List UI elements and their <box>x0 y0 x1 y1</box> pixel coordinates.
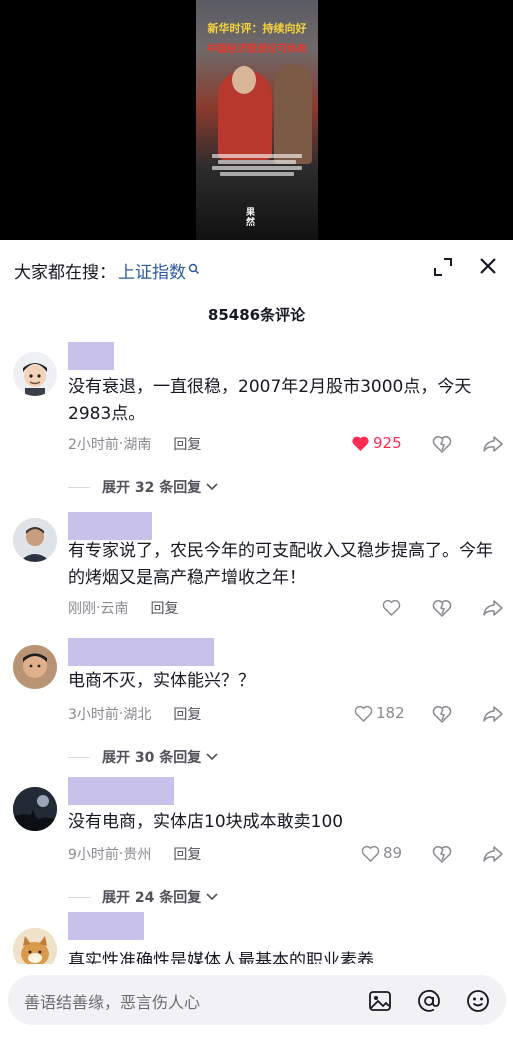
expand-replies-label: 展开 24 条回复 <box>102 890 202 906</box>
expand-replies-label: 展开 30 条回复 <box>102 750 202 766</box>
comment-time: 9小时前 <box>68 847 119 863</box>
comment-input[interactable]: 善语结善缘，恶言伤人心 <box>8 975 506 1025</box>
video-figure-2 <box>274 64 312 164</box>
trending-search-term[interactable]: 上证指数 <box>118 258 186 283</box>
username-redacted[interactable] <box>68 912 144 940</box>
comment-location: 云南 <box>100 601 129 617</box>
avatar[interactable] <box>13 518 57 562</box>
share-icon[interactable] <box>482 435 504 455</box>
expand-replies-button[interactable]: 展开 30 条回复 <box>68 747 219 767</box>
heart-icon <box>382 599 401 616</box>
username-redacted[interactable] <box>68 512 152 540</box>
comment-time: 3小时前 <box>68 707 119 723</box>
mention-icon[interactable] <box>416 988 442 1014</box>
expand-replies-button[interactable]: 展开 24 条回复 <box>68 887 219 907</box>
emoji-icon[interactable] <box>465 988 491 1014</box>
like-count: 182 <box>376 704 405 722</box>
share-icon[interactable] <box>482 599 504 619</box>
comment-item: 真实性准确性是媒体人最基本的职业素养 <box>0 912 513 964</box>
reply-button[interactable]: 回复 <box>173 434 201 454</box>
reply-button[interactable]: 回复 <box>173 704 201 724</box>
username-redacted[interactable] <box>68 777 174 805</box>
comment-meta: 3小时前 · 湖北 回复 <box>68 704 202 724</box>
video-title-line2: 中国经济衰退论可休矣 <box>207 44 307 55</box>
comment-panel: 大家都在搜： 上证指数 85486条评论 没有衰退，一直很稳，2007年2月股市… <box>0 240 513 1039</box>
expand-replies-label: 展开 32 条回复 <box>102 480 202 496</box>
trending-search[interactable]: 大家都在搜： 上证指数 <box>14 258 200 283</box>
video-caption <box>206 152 308 186</box>
reply-button[interactable]: 回复 <box>150 598 178 618</box>
trending-search-prefix: 大家都在搜： <box>14 262 116 283</box>
chevron-down-icon <box>206 753 218 761</box>
comment-count: 85486条评论 <box>207 306 306 324</box>
comment-location: 湖北 <box>123 707 152 723</box>
heart-filled-icon <box>352 436 369 451</box>
dislike-icon[interactable] <box>432 845 452 865</box>
search-icon <box>188 260 200 280</box>
comment-time: 2小时前 <box>68 437 119 453</box>
close-icon[interactable] <box>476 254 500 278</box>
like-button[interactable]: 182 <box>354 704 405 722</box>
image-icon[interactable] <box>367 988 393 1014</box>
comment-text: 没有衰退，一直很稳，2007年2月股市3000点，今天2983点。 <box>68 377 472 424</box>
dislike-icon[interactable] <box>432 705 452 725</box>
dislike-icon[interactable] <box>432 435 452 455</box>
username-redacted[interactable] <box>68 638 214 666</box>
video-watermark: 果然 <box>246 208 256 228</box>
comment-input-bar: 善语结善缘，恶言伤人心 <box>0 964 513 1039</box>
like-count: 89 <box>383 844 403 862</box>
expand-replies-button[interactable]: 展开 32 条回复 <box>68 477 219 497</box>
comment-text: 有专家说了，农民今年的可支配收入又稳步提高了。今年的烤烟又是高产稳产增收之年！ <box>68 541 493 588</box>
dislike-icon[interactable] <box>432 599 452 619</box>
like-button[interactable]: 89 <box>361 844 402 862</box>
comment-meta: 刚刚 · 云南 回复 <box>68 598 179 618</box>
chevron-down-icon <box>206 483 218 491</box>
like-button[interactable]: 925 <box>351 434 402 452</box>
video-thumbnail[interactable]: 新华时评：持续向好 中国经济衰退论可休矣 果然 <box>196 0 318 240</box>
comment-text: 没有电商，实体店10块成本敢卖100 <box>68 812 344 832</box>
comment-location: 湖南 <box>123 437 152 453</box>
reply-button[interactable]: 回复 <box>173 844 201 864</box>
expand-icon[interactable] <box>432 256 454 278</box>
heart-icon <box>354 705 373 722</box>
comment-input-placeholder: 善语结善缘，恶言伤人心 <box>24 993 201 1012</box>
video-player[interactable]: 新华时评：持续向好 中国经济衰退论可休矣 果然 <box>0 0 513 240</box>
share-icon[interactable] <box>482 845 504 865</box>
comment-meta: 2小时前 · 湖南 回复 <box>68 434 202 454</box>
share-icon[interactable] <box>482 705 504 725</box>
video-title-line1: 新华时评：持续向好 <box>207 22 307 35</box>
heart-icon <box>361 845 380 862</box>
avatar[interactable] <box>13 352 57 396</box>
username-redacted[interactable] <box>68 342 114 370</box>
avatar[interactable] <box>13 645 57 689</box>
video-figure-head <box>232 66 256 94</box>
like-button[interactable] <box>382 599 404 616</box>
chevron-down-icon <box>206 893 218 901</box>
comment-location: 贵州 <box>123 847 152 863</box>
avatar[interactable] <box>13 928 57 964</box>
comment-meta: 9小时前 · 贵州 回复 <box>68 844 202 864</box>
avatar[interactable] <box>13 787 57 831</box>
comment-text: 真实性准确性是媒体人最基本的职业素养 <box>68 951 374 964</box>
comment-text: 电商不灭，实体能兴？？ <box>68 671 255 691</box>
comment-time: 刚刚 <box>68 601 96 617</box>
like-count: 925 <box>373 434 402 452</box>
